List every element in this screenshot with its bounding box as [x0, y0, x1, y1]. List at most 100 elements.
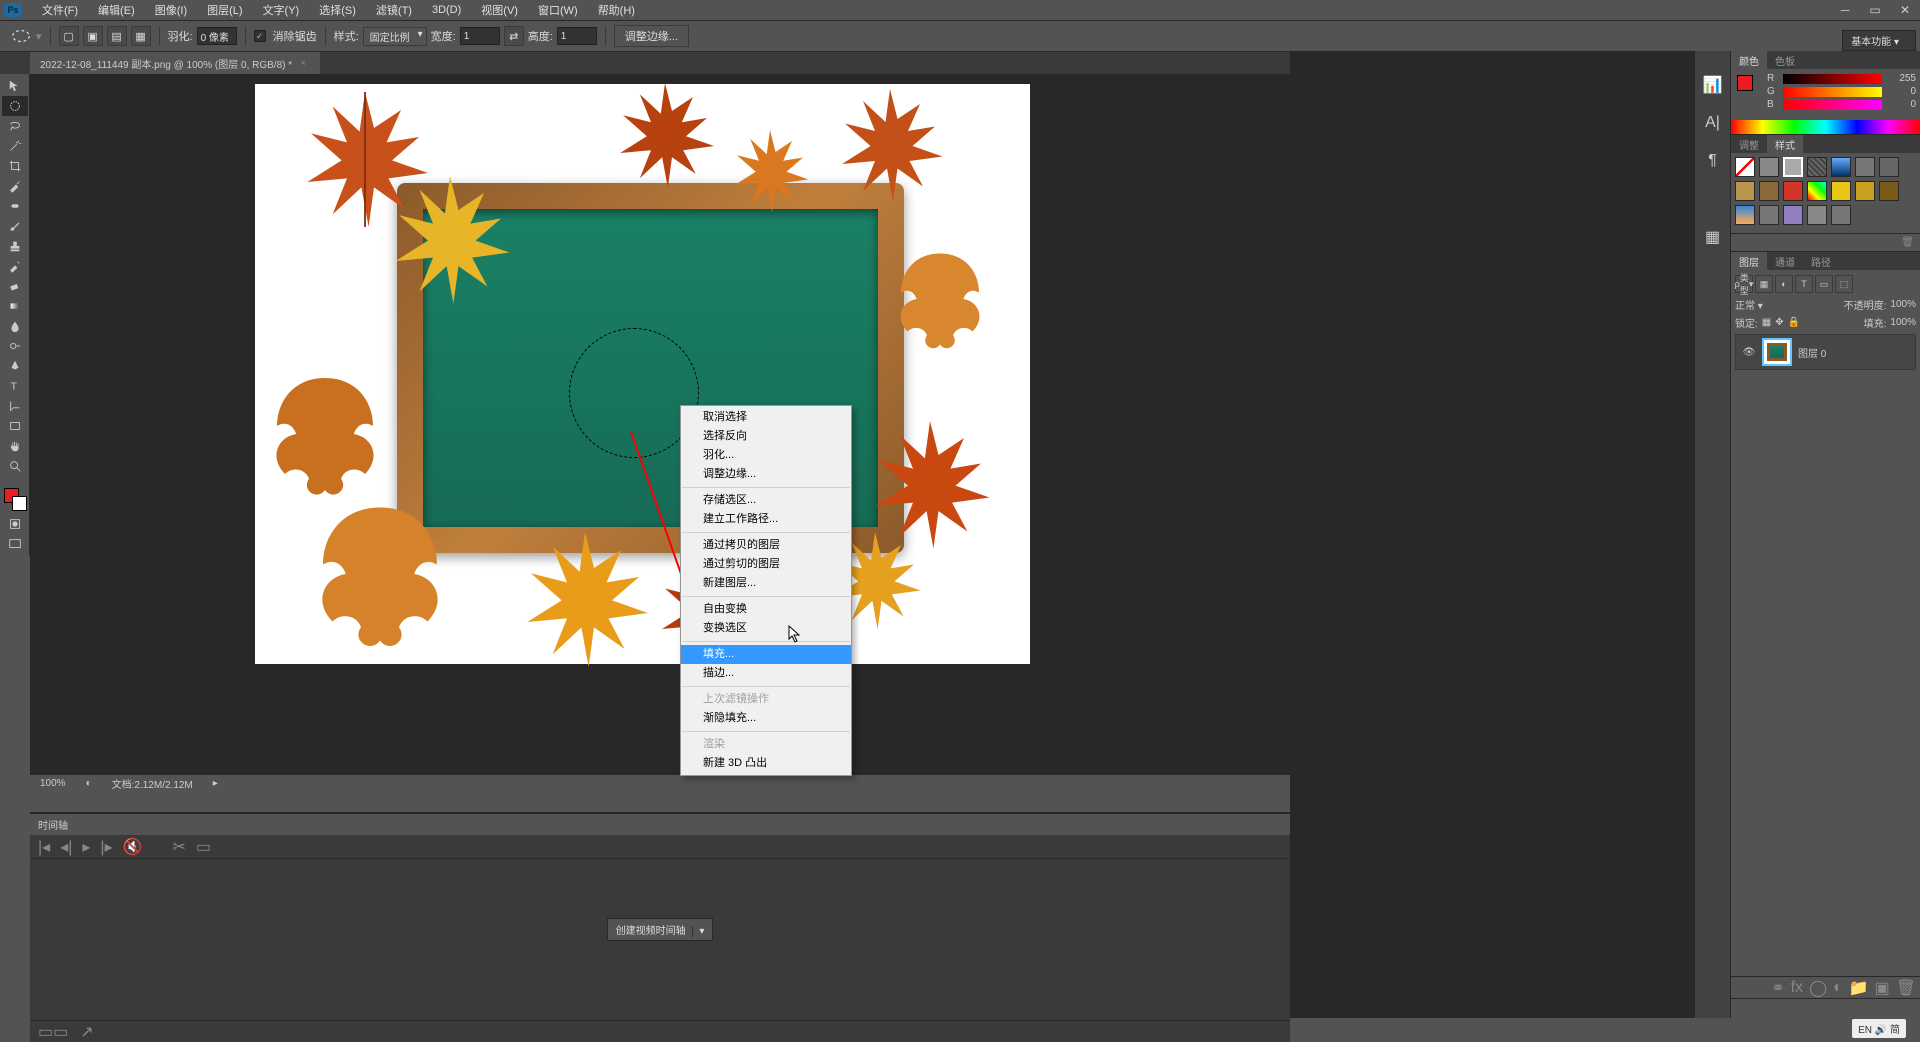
zoom-tool[interactable] — [2, 456, 28, 476]
mask-icon[interactable]: ◯ — [1809, 978, 1827, 998]
ime-indicator[interactable]: EN 🔊 简 — [1852, 1019, 1906, 1038]
marquee-tool[interactable] — [2, 96, 28, 116]
style-swatch[interactable] — [1879, 181, 1899, 201]
style-swatch[interactable] — [1783, 205, 1803, 225]
style-swatch[interactable] — [1783, 157, 1803, 177]
ctx-transform-selection[interactable]: 变换选区 — [681, 619, 851, 638]
heal-tool[interactable] — [2, 196, 28, 216]
b-value[interactable]: 0 — [1888, 99, 1916, 110]
canvas[interactable] — [255, 84, 1030, 664]
style-swatch[interactable] — [1807, 157, 1827, 177]
crop-tool[interactable] — [2, 156, 28, 176]
lock-position-icon[interactable]: ✥ — [1775, 317, 1783, 328]
scissors-icon[interactable]: ✂ — [173, 837, 186, 857]
layer-thumbnail[interactable] — [1762, 338, 1792, 366]
tab-layers[interactable]: 图层 — [1731, 252, 1767, 270]
style-dropdown[interactable]: 固定比例 ▾ — [363, 27, 427, 46]
brush-tool[interactable] — [2, 216, 28, 236]
g-value[interactable]: 0 — [1888, 86, 1916, 97]
spin-icon[interactable]: ◐ — [86, 778, 92, 789]
selection-subtract-button[interactable]: ▤ — [107, 26, 127, 46]
style-swatch[interactable] — [1831, 181, 1851, 201]
style-swatch[interactable] — [1855, 181, 1875, 201]
document-tab[interactable]: 2022-12-08_111449 副本.png @ 100% (图层 0, R… — [30, 52, 320, 74]
history-brush-tool[interactable] — [2, 256, 28, 276]
style-swatch[interactable] — [1735, 181, 1755, 201]
g-slider[interactable] — [1783, 87, 1882, 97]
tab-styles[interactable]: 样式 — [1767, 135, 1803, 153]
trash-icon[interactable]: 🗑 — [1896, 978, 1916, 998]
character-icon[interactable]: A| — [1703, 113, 1723, 133]
quick-mask-toggle[interactable] — [2, 514, 28, 534]
style-swatch[interactable] — [1759, 181, 1779, 201]
hand-tool[interactable] — [2, 436, 28, 456]
blur-tool[interactable] — [2, 316, 28, 336]
style-swatch[interactable] — [1759, 157, 1779, 177]
menu-view[interactable]: 视图(V) — [471, 2, 528, 18]
menu-image[interactable]: 图像(I) — [145, 2, 197, 18]
screen-mode-toggle[interactable] — [2, 534, 28, 554]
lasso-tool[interactable] — [2, 116, 28, 136]
style-swatch[interactable] — [1831, 157, 1851, 177]
create-timeline-button[interactable]: 创建视频时间轴 ▾ — [607, 918, 714, 941]
filter-adj-icon[interactable]: ◐ — [1775, 275, 1793, 293]
adjustment-icon[interactable]: ◐ — [1833, 979, 1843, 997]
visibility-toggle-icon[interactable]: 👁 — [1736, 347, 1762, 358]
lock-all-icon[interactable]: 🔒 — [1788, 317, 1800, 328]
menu-filter[interactable]: 滤镜(T) — [366, 2, 422, 18]
ctx-layer-cut[interactable]: 通过剪切的图层 — [681, 555, 851, 574]
tab-adjustments[interactable]: 调整 — [1731, 135, 1767, 153]
height-input[interactable] — [557, 27, 597, 45]
menu-window[interactable]: 窗口(W) — [528, 2, 588, 18]
dodge-tool[interactable] — [2, 336, 28, 356]
stamp-tool[interactable] — [2, 236, 28, 256]
navigator-icon[interactable]: ▦ — [1703, 227, 1723, 247]
ctx-new-layer[interactable]: 新建图层... — [681, 574, 851, 593]
ctx-make-path[interactable]: 建立工作路径... — [681, 510, 851, 529]
style-swatch[interactable] — [1855, 157, 1875, 177]
path-tool[interactable] — [2, 396, 28, 416]
antialias-checkbox[interactable]: ✓ — [254, 30, 266, 42]
style-swatch[interactable] — [1783, 181, 1803, 201]
filter-pixel-icon[interactable]: ▦ — [1755, 275, 1773, 293]
b-slider[interactable] — [1783, 100, 1882, 110]
shape-tool[interactable] — [2, 416, 28, 436]
new-layer-icon[interactable]: ▣ — [1875, 978, 1890, 998]
zoom-value[interactable]: 100% — [40, 778, 66, 789]
filter-smart-icon[interactable]: ⬚ — [1835, 275, 1853, 293]
layer-row[interactable]: 👁 图层 0 — [1735, 334, 1916, 370]
tab-paths[interactable]: 路径 — [1803, 252, 1839, 270]
r-value[interactable]: 255 — [1888, 73, 1916, 84]
swap-wh-button[interactable]: ⇄ — [504, 26, 524, 46]
filter-kind-dropdown[interactable]: ρ 类型 ▾ — [1735, 275, 1753, 293]
go-first-icon[interactable]: |◂ — [38, 837, 50, 857]
opacity-input[interactable]: 100% — [1890, 299, 1916, 310]
gradient-tool[interactable] — [2, 296, 28, 316]
menu-edit[interactable]: 编辑(E) — [88, 2, 145, 18]
r-slider[interactable] — [1783, 74, 1882, 84]
fill-input[interactable]: 100% — [1890, 317, 1916, 328]
histogram-icon[interactable]: 📊 — [1703, 75, 1723, 95]
eraser-tool[interactable] — [2, 276, 28, 296]
step-back-icon[interactable]: ◂| — [60, 837, 72, 857]
menu-layer[interactable]: 图层(L) — [197, 2, 252, 18]
wand-tool[interactable] — [2, 136, 28, 156]
mute-icon[interactable]: 🔇 — [123, 837, 143, 857]
fx-icon[interactable]: fx — [1791, 979, 1803, 997]
filter-type-icon[interactable]: T — [1795, 275, 1813, 293]
menu-type[interactable]: 文字(Y) — [253, 2, 310, 18]
filter-shape-icon[interactable]: ▭ — [1815, 275, 1833, 293]
style-swatch[interactable] — [1807, 181, 1827, 201]
menu-help[interactable]: 帮助(H) — [588, 2, 645, 18]
fg-bg-colors[interactable] — [2, 486, 28, 514]
feather-input[interactable] — [197, 27, 237, 45]
play-icon[interactable]: ▸ — [82, 837, 90, 857]
style-swatch[interactable] — [1831, 205, 1851, 225]
ctx-feather[interactable]: 羽化... — [681, 446, 851, 465]
style-swatch[interactable] — [1735, 205, 1755, 225]
menu-3d[interactable]: 3D(D) — [422, 4, 471, 16]
ctx-layer-copy[interactable]: 通过拷贝的图层 — [681, 536, 851, 555]
close-tab-icon[interactable]: × — [300, 58, 306, 69]
timeline-tab[interactable]: 时间轴 — [30, 813, 1290, 835]
ctx-refine[interactable]: 调整边缘... — [681, 465, 851, 484]
